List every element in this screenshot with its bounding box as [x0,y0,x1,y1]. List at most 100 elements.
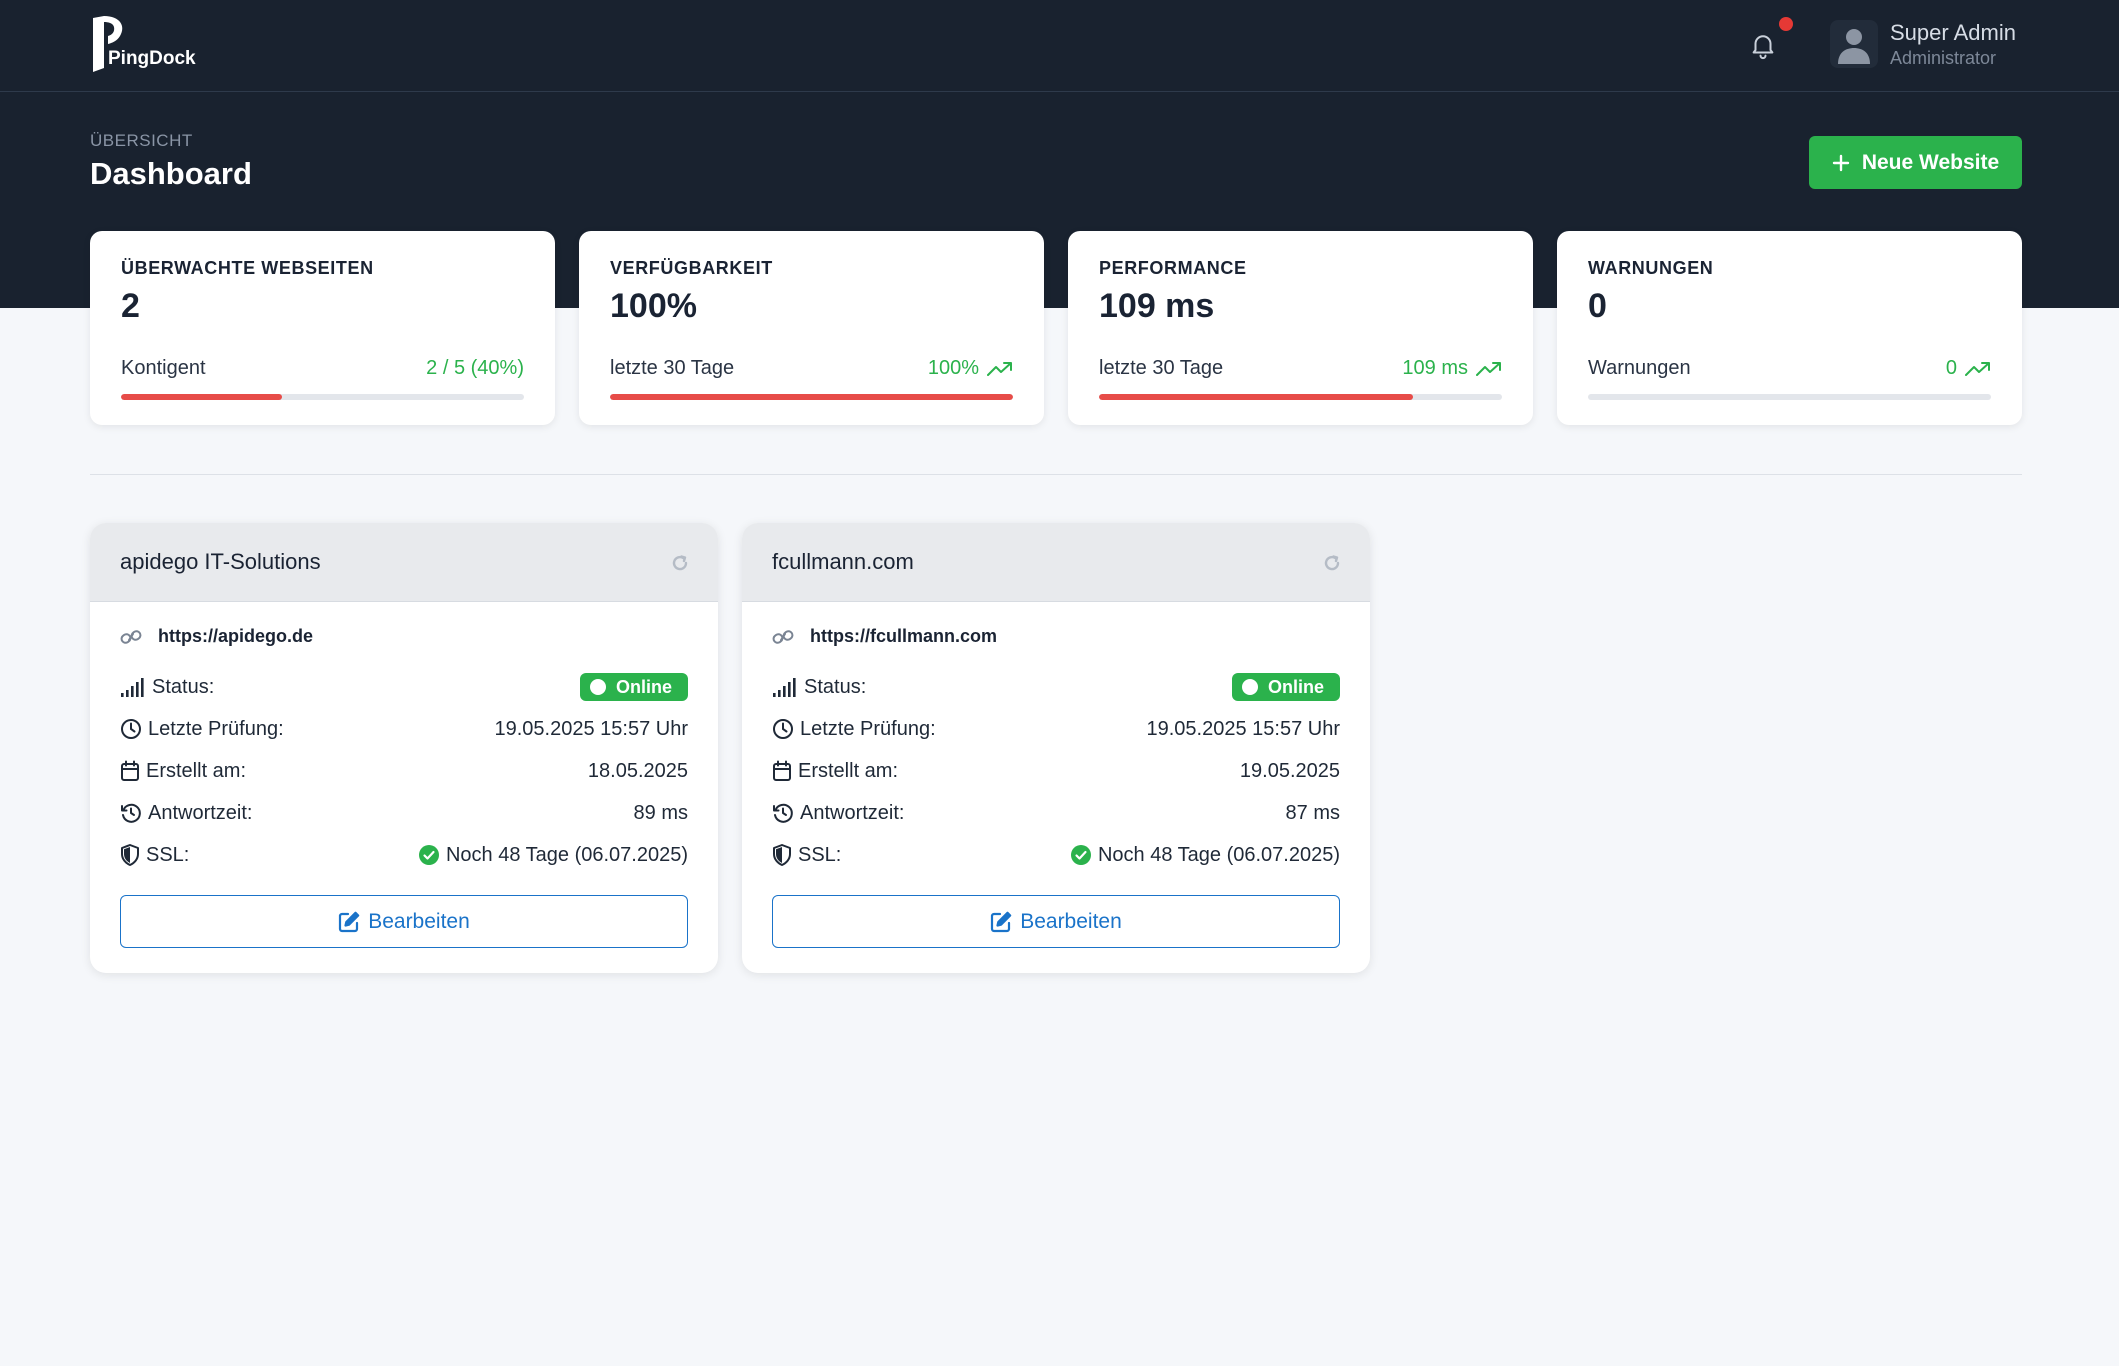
last-check-value: 19.05.2025 15:57 Uhr [1146,717,1341,740]
refresh-icon[interactable] [670,553,690,573]
ssl-status: Noch 48 Tage (06.07.2025) [418,844,688,867]
ssl-label: SSL: [146,843,190,866]
status-value: Online [1268,676,1325,697]
stat-label: VERFÜGBARKEIT [610,258,773,278]
edit-icon [339,911,360,932]
new-website-label: Neue Website [1861,150,2000,174]
ssl-row: SSL: Noch 48 Tage (06.07.2025) [120,840,688,870]
check-circle-icon [418,845,439,865]
created-value: 18.05.2025 [587,759,688,782]
edit-icon [991,911,1012,932]
ssl-status: Noch 48 Tage (06.07.2025) [1070,844,1340,867]
stat-sub: Warnungen [1588,357,1691,379]
response-row: Antwortzeit: 87 ms [772,798,1340,828]
history-icon [121,803,141,823]
website-url-row[interactable]: https://fcullmann.com [772,626,997,647]
ssl-label: SSL: [798,843,842,866]
website-url[interactable]: https://fcullmann.com [810,626,997,647]
plus-icon [1832,154,1850,171]
signal-icon [121,678,144,697]
website-name: apidego IT-Solutions [120,549,321,574]
stat-progress-fill [610,394,1013,400]
signal-icon [773,678,796,697]
trending-up-icon [987,361,1012,376]
app-name: PingDock [108,48,196,69]
ssl-row: SSL: Noch 48 Tage (06.07.2025) [772,840,1340,870]
shield-icon [121,844,139,866]
user-role: Administrator [1890,48,1997,68]
app-logo[interactable]: PingDock [90,14,230,74]
status-badge: Online [1232,673,1340,701]
response-label: Antwortzeit: [148,801,253,824]
stat-card-monitored: ÜBERWACHTE WEBSEITEN 2 Kontigent 2 / 5 (… [90,231,555,425]
card-header: fcullmann.com [742,523,1370,602]
toggle-knob [590,679,606,695]
website-card: apidego IT-Solutions https://apidego.de … [90,523,718,973]
top-bar: PingDock Super Admin Administrator [0,0,2119,92]
stat-label: ÜBERWACHTE WEBSEITEN [121,258,374,278]
page-eyebrow: ÜBERSICHT [90,131,193,150]
stat-value: 0 [1588,287,1607,325]
refresh-icon[interactable] [1322,553,1342,573]
stat-value: 2 [121,287,140,325]
stat-label: WARNUNGEN [1588,258,1714,278]
last-check-row: Letzte Prüfung: 19.05.2025 15:57 Uhr [120,714,688,744]
last-check-value: 19.05.2025 15:57 Uhr [494,717,689,740]
status-value: Online [616,676,673,697]
link-icon [772,629,794,644]
stat-progress [121,394,524,400]
bell-icon[interactable] [1748,30,1778,60]
stat-trend: 109 ms [1402,357,1502,380]
created-label: Erstellt am: [146,759,247,782]
edit-label: Bearbeiten [1020,909,1122,933]
calendar-icon [121,760,139,781]
status-badge: Online [580,673,688,701]
page-title: Dashboard [90,156,252,191]
new-website-button[interactable]: Neue Website [1809,136,2022,189]
check-circle-icon [1070,845,1091,865]
toggle-knob [1242,679,1258,695]
created-row: Erstellt am: 19.05.2025 [772,756,1340,786]
stat-value: 100% [610,287,697,325]
clock-icon [121,719,141,739]
trending-up-icon [1965,361,1990,376]
stat-sub: Kontigent [121,357,206,379]
notification-badge [1779,17,1793,31]
response-value: 87 ms [1285,801,1340,824]
edit-button[interactable]: Bearbeiten [120,895,688,948]
stat-progress [1099,394,1502,400]
user-name[interactable]: Super Admin [1890,20,2016,46]
website-url-row[interactable]: https://apidego.de [120,626,313,647]
ssl-value: Noch 48 Tage (06.07.2025) [1097,843,1340,866]
stat-sub: letzte 30 Tage [610,357,735,379]
stat-value: 109 ms [1099,287,1215,325]
stat-trend: 2 / 5 (40%) [426,357,524,380]
website-url[interactable]: https://apidego.de [158,626,313,647]
stat-card-availability: VERFÜGBARKEIT 100% letzte 30 Tage 100% [579,231,1044,425]
last-check-label: Letzte Prüfung: [800,717,936,740]
stat-label: PERFORMANCE [1099,258,1247,278]
stat-trend-value: 109 ms [1402,357,1468,379]
status-row: Status: Online [772,672,1340,702]
stat-card-performance: PERFORMANCE 109 ms letzte 30 Tage 109 ms [1068,231,1533,425]
stat-progress-fill [1099,394,1414,400]
user-avatar-icon[interactable] [1830,20,1878,68]
response-label: Antwortzeit: [800,801,905,824]
ssl-value: Noch 48 Tage (06.07.2025) [445,843,688,866]
edit-button[interactable]: Bearbeiten [772,895,1340,948]
clock-icon [773,719,793,739]
website-card: fcullmann.com https://fcullmann.com Stat… [742,523,1370,973]
created-value: 19.05.2025 [1239,759,1340,782]
stat-sub: letzte 30 Tage [1099,357,1224,379]
stat-trend-value: 100% [927,357,979,379]
shield-icon [773,844,791,866]
created-label: Erstellt am: [798,759,899,782]
status-label: Status: [804,675,867,698]
stat-progress-fill [121,394,283,400]
status-row: Status: Online [120,672,688,702]
website-name: fcullmann.com [772,549,914,574]
last-check-row: Letzte Prüfung: 19.05.2025 15:57 Uhr [772,714,1340,744]
history-icon [773,803,793,823]
card-header: apidego IT-Solutions [90,523,718,602]
section-divider [90,474,2022,475]
